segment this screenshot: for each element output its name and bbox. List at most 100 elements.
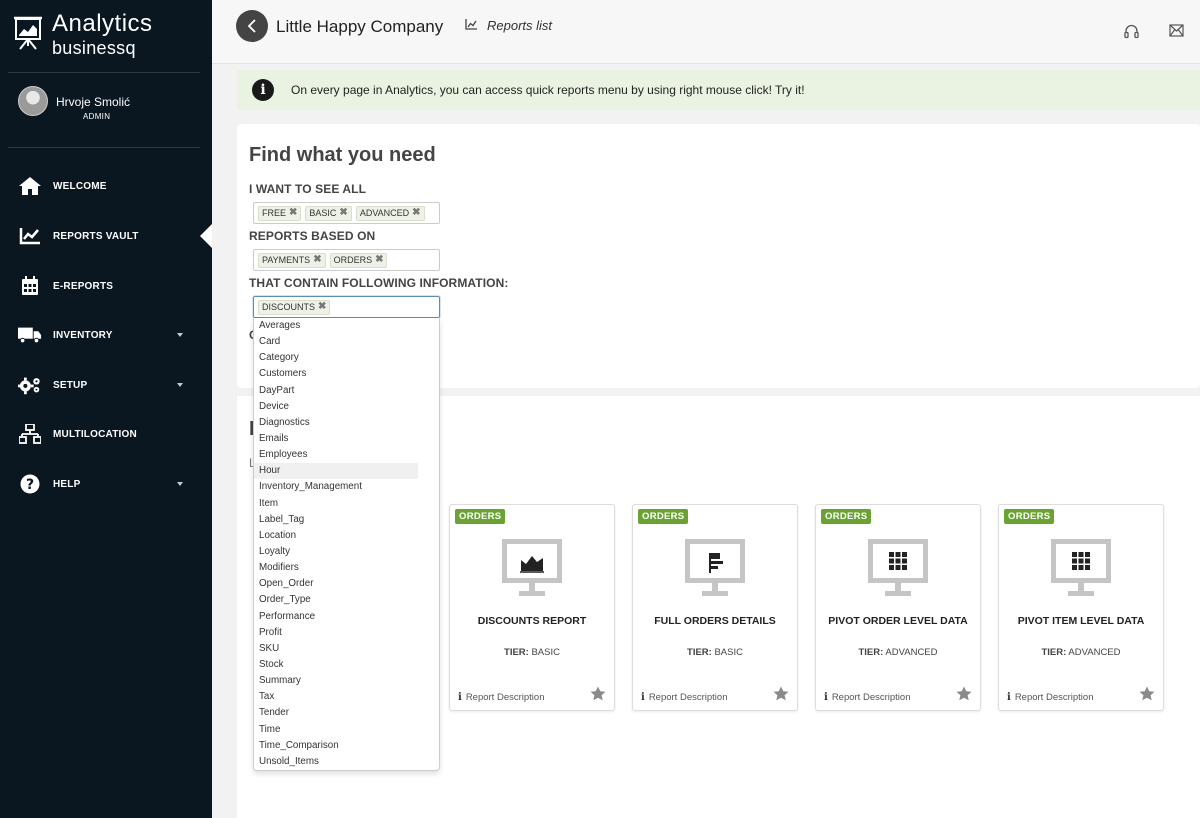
- avatar: [18, 86, 48, 116]
- grid-icon: [868, 539, 928, 596]
- star-icon[interactable]: [590, 686, 606, 701]
- category-badge: ORDERS: [638, 509, 689, 524]
- card-title: DISCOUNTS REPORT: [477, 615, 587, 627]
- gears-icon: [18, 374, 42, 396]
- source-multiselect[interactable]: PAYMENTS ✖ ORDERS ✖: [253, 249, 440, 271]
- tier-multiselect[interactable]: FREE ✖ BASIC ✖ ADVANCED ✖: [253, 202, 440, 224]
- star-icon[interactable]: [956, 686, 972, 701]
- star-icon[interactable]: [773, 686, 789, 701]
- grid-icon: [1051, 539, 1111, 596]
- nav-item-setup[interactable]: SETUP: [0, 365, 212, 405]
- dropdown-option[interactable]: Employees: [254, 447, 418, 463]
- truck-icon: [18, 324, 42, 346]
- remove-tag-icon[interactable]: ✖: [318, 302, 326, 312]
- nav-item-welcome[interactable]: WELCOME: [0, 166, 212, 206]
- chart-line-icon: [18, 225, 42, 247]
- tag-chip: ADVANCED ✖: [355, 205, 425, 221]
- info-icon: i: [641, 692, 645, 703]
- nav-label: REPORTS VAULT: [53, 230, 139, 242]
- dropdown-option[interactable]: Open_Order: [254, 576, 418, 592]
- report-description-link[interactable]: i Report Description: [1007, 692, 1093, 703]
- report-card-discounts[interactable]: ORDERS DISCOUNTS REPORT TIER: BASIC i Rep…: [449, 504, 615, 711]
- dropdown-option[interactable]: Time_Comparison: [254, 738, 418, 754]
- flag-list-icon: [685, 539, 745, 596]
- chevron-down-icon: [177, 482, 183, 486]
- report-card-pivot-item[interactable]: ORDERS PIVOT ITEM LEVEL DATA TIER: ADVAN…: [998, 504, 1164, 711]
- dropdown-option[interactable]: DayPart: [254, 383, 418, 399]
- report-description-link[interactable]: i Report Description: [824, 692, 910, 703]
- brand-logo[interactable]: Analytics businessq: [14, 10, 204, 62]
- nav-item-help[interactable]: ? HELP: [0, 464, 212, 504]
- remove-tag-icon[interactable]: ✖: [289, 208, 297, 218]
- remove-tag-icon[interactable]: ✖: [412, 208, 420, 218]
- brand-subtitle: businessq: [52, 38, 136, 58]
- dropdown-option[interactable]: Profit: [254, 625, 418, 641]
- info-icon: i: [458, 692, 462, 703]
- dropdown-option[interactable]: Unsold_Items: [254, 754, 418, 770]
- dropdown-option[interactable]: Location: [254, 528, 418, 544]
- information-multiselect[interactable]: DISCOUNTS ✖: [253, 296, 440, 318]
- nav-label: INVENTORY: [53, 329, 113, 341]
- category-badge: ORDERS: [455, 509, 506, 524]
- filter-label-contain: THAT CONTAIN FOLLOWING INFORMATION:: [249, 276, 509, 290]
- tag-chip: PAYMENTS ✖: [258, 252, 326, 268]
- dropdown-option[interactable]: Order_Type: [254, 592, 418, 608]
- nav-item-multilocation[interactable]: MULTILOCATION: [0, 414, 212, 454]
- remove-tag-icon[interactable]: ✖: [313, 255, 321, 265]
- sitemap-icon: [18, 423, 42, 445]
- dropdown-option[interactable]: Emails: [254, 431, 418, 447]
- dropdown-option[interactable]: SKU: [254, 641, 418, 657]
- dropdown-option[interactable]: Label_Tag: [254, 512, 418, 528]
- card-tier: TIER: BASIC: [504, 647, 560, 658]
- dropdown-option[interactable]: Modifiers: [254, 560, 418, 576]
- remove-tag-icon[interactable]: ✖: [375, 255, 383, 265]
- nav-item-reports-vault[interactable]: REPORTS VAULT: [0, 216, 212, 256]
- dropdown-option[interactable]: Customers: [254, 366, 418, 382]
- area-chart-icon: [502, 539, 562, 596]
- question-circle-icon: ?: [18, 473, 42, 495]
- panel-title: Find what you need: [249, 144, 436, 166]
- dropdown-option[interactable]: Loyalty: [254, 544, 418, 560]
- user-name: Hrvoje Smolić: [56, 95, 131, 109]
- chart-line-icon: [465, 19, 477, 30]
- dropdown-option[interactable]: Device: [254, 399, 418, 415]
- dropdown-option[interactable]: Diagnostics: [254, 415, 418, 431]
- calendar-icon: [18, 275, 42, 297]
- dropdown-option[interactable]: Item: [254, 496, 418, 512]
- card-tier: TIER: ADVANCED: [858, 647, 938, 658]
- divider: [8, 147, 200, 148]
- nav-item-inventory[interactable]: INVENTORY: [0, 315, 212, 355]
- report-description-link[interactable]: i Report Description: [641, 692, 727, 703]
- report-description-link[interactable]: i Report Description: [458, 692, 544, 703]
- dropdown-option[interactable]: Category: [254, 350, 418, 366]
- nav-item-e-reports[interactable]: E-REPORTS: [0, 266, 212, 306]
- report-card-full-orders[interactable]: ORDERS FULL ORDERS DETAILS TIER: BASIC i…: [632, 504, 798, 711]
- information-dropdown-list[interactable]: Averages Card Category Customers DayPart…: [253, 318, 440, 771]
- star-icon[interactable]: [1139, 686, 1155, 701]
- headset-icon[interactable]: [1124, 24, 1139, 39]
- dropdown-option[interactable]: Performance: [254, 609, 418, 625]
- dropdown-option[interactable]: Time: [254, 722, 418, 738]
- back-button[interactable]: [236, 10, 268, 42]
- info-notice: i On every page in Analytics, you can ac…: [237, 70, 1200, 110]
- chevron-left-icon: [247, 19, 256, 33]
- dropdown-option[interactable]: Inventory_Management: [254, 479, 418, 495]
- active-indicator: [200, 224, 212, 248]
- envelope-icon[interactable]: [1169, 24, 1184, 37]
- dropdown-option[interactable]: Stock: [254, 657, 418, 673]
- info-icon: i: [252, 79, 274, 101]
- breadcrumb-reports-list[interactable]: Reports list: [487, 18, 552, 33]
- category-badge: ORDERS: [1004, 509, 1055, 524]
- dropdown-option[interactable]: Averages: [254, 318, 418, 334]
- dropdown-option[interactable]: Card: [254, 334, 418, 350]
- dropdown-option[interactable]: Tax: [254, 689, 418, 705]
- report-card-pivot-order[interactable]: ORDERS PIVOT ORDER LEVEL DATA TIER: ADVA…: [815, 504, 981, 711]
- user-profile[interactable]: Hrvoje Smolić ADMIN: [18, 86, 208, 126]
- remove-tag-icon[interactable]: ✖: [339, 208, 347, 218]
- dropdown-option[interactable]: Tender: [254, 705, 418, 721]
- dropdown-option[interactable]: Summary: [254, 673, 418, 689]
- dropdown-option[interactable]: Hour: [254, 463, 418, 480]
- chevron-down-icon: [177, 333, 183, 337]
- card-title: PIVOT ITEM LEVEL DATA: [1017, 615, 1145, 627]
- filter-label-see-all: I WANT TO SEE ALL: [249, 182, 367, 196]
